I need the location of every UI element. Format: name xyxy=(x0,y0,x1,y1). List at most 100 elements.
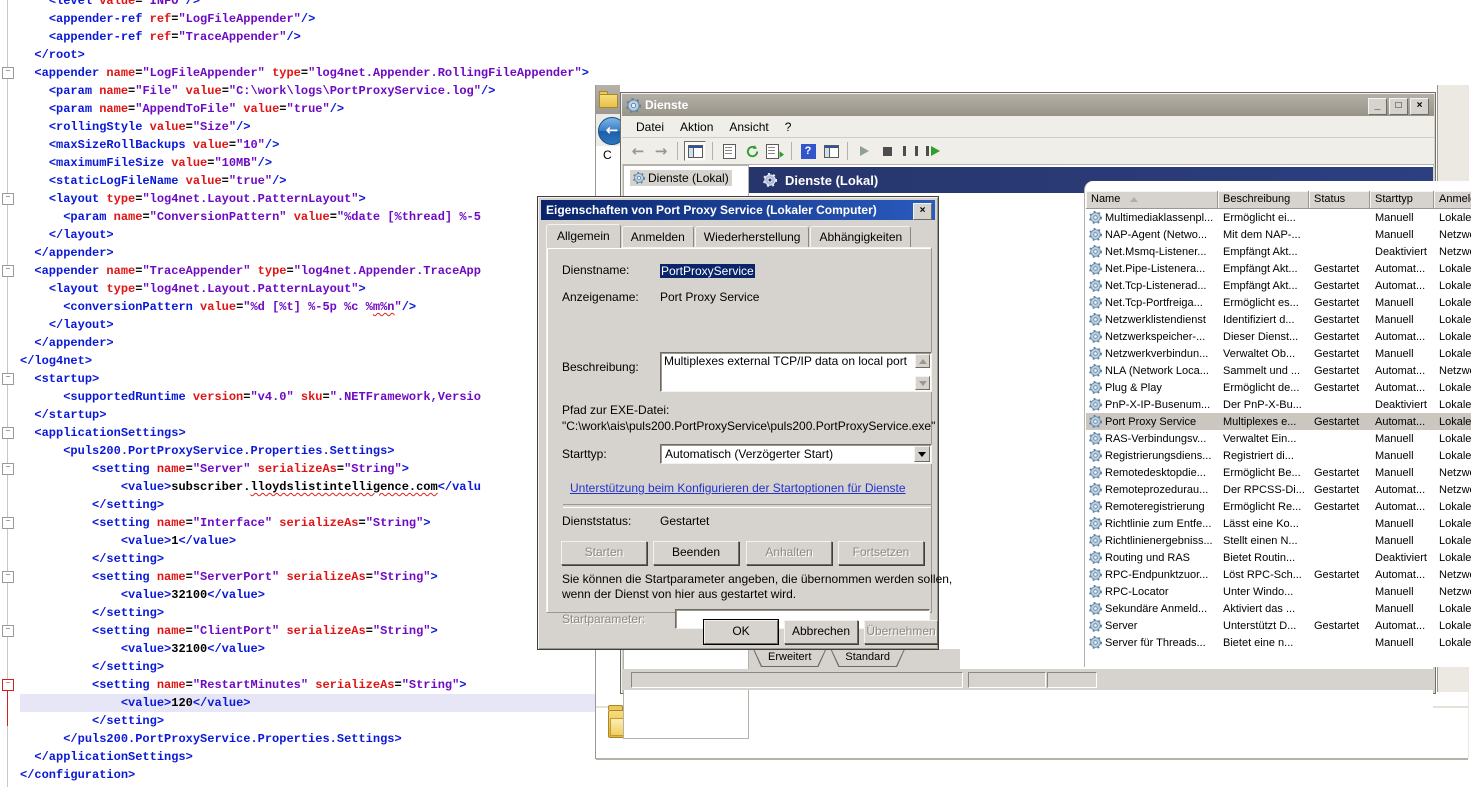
service-description: Identifiziert d... xyxy=(1218,314,1309,326)
column-header-name[interactable]: Name xyxy=(1086,191,1218,209)
show-console-tree-icon[interactable] xyxy=(684,141,706,161)
service-row-routing-und-ras[interactable]: Routing und RASBietet Routin...Deaktivie… xyxy=(1086,549,1471,566)
service-row-rpc-endpunktzuor-[interactable]: RPC-Endpunktzuor...Löst RPC-Sch...Gestar… xyxy=(1086,566,1471,583)
service-row-net-tcp-portfreiga-[interactable]: Net.Tcp-Portfreiga...Ermöglicht es...Ges… xyxy=(1086,294,1471,311)
menu-item-datei[interactable]: Datei xyxy=(628,118,672,136)
dialog-tab-anmelden[interactable]: Anmelden xyxy=(622,226,694,247)
service-row-remoteregistrierung[interactable]: RemoteregistrierungErmöglicht Re...Gesta… xyxy=(1086,498,1471,515)
service-row-rpc-locator[interactable]: RPC-LocatorUnter Windo...ManuellNetzwerk… xyxy=(1086,583,1471,600)
services-titlebar[interactable]: Dienste _ □ × xyxy=(622,94,1434,116)
column-header-anmelden-als[interactable]: Anmelden als xyxy=(1434,191,1471,209)
service-description: Bietet eine n... xyxy=(1218,637,1309,649)
code-fold-toggle[interactable]: − xyxy=(2,265,14,277)
dialog-tab-abhaengigkeiten[interactable]: Abhängigkeiten xyxy=(810,226,911,247)
startoptions-help-link[interactable]: Unterstützung beim Konfigurieren der Sta… xyxy=(570,481,906,495)
service-logon-as: Lokaler Dienst xyxy=(1434,314,1471,326)
service-row-registrierungsdiens-[interactable]: Registrierungsdiens...Registriert di...M… xyxy=(1086,447,1471,464)
service-row-richtlinienergebniss-[interactable]: Richtlinienergebniss...Stellt einen N...… xyxy=(1086,532,1471,549)
service-description: Empfängt Akt... xyxy=(1218,280,1309,292)
service-row-net-msmq-listener-[interactable]: Net.Msmq-Listener...Empfängt Akt...Deakt… xyxy=(1086,243,1471,260)
refresh-icon[interactable] xyxy=(742,142,762,160)
code-fold-toggle[interactable]: − xyxy=(2,571,14,583)
desc-scroll-down[interactable] xyxy=(915,376,930,390)
service-name: PnP-X-IP-Busenum... xyxy=(1105,399,1210,411)
abbrechen-button[interactable]: Abbrechen xyxy=(784,620,858,644)
service-row-net-pipe-listenera-[interactable]: Net.Pipe-Listenera...Empfängt Akt...Gest… xyxy=(1086,260,1471,277)
dialog-tab-allgemein[interactable]: Allgemein xyxy=(546,224,621,248)
code-fold-toggle[interactable]: − xyxy=(2,373,14,385)
service-description: Ermöglicht es... xyxy=(1218,297,1309,309)
service-row-server[interactable]: ServerUnterstützt D...GestartetAutomat..… xyxy=(1086,617,1471,634)
service-description: Unter Windo... xyxy=(1218,586,1309,598)
close-button[interactable]: × xyxy=(1410,98,1429,115)
service-description: Empfängt Akt... xyxy=(1218,246,1309,258)
service-row-pnp-x-ip-busenum-[interactable]: PnP-X-IP-Busenum...Der PnP-X-Bu...Deakti… xyxy=(1086,396,1471,413)
service-starttype: Automat... xyxy=(1370,382,1434,394)
restart-service-icon[interactable] xyxy=(923,142,943,160)
forward-icon[interactable]: → xyxy=(651,142,671,160)
minimize-button[interactable]: _ xyxy=(1368,98,1387,115)
view-tab-erweitert[interactable]: Erweitert xyxy=(753,649,826,667)
back-icon[interactable]: ← xyxy=(628,142,648,160)
service-logon-as: Lokales System xyxy=(1434,620,1471,632)
code-line: <applicationSettings> xyxy=(20,424,595,442)
service-row-netzwerkverbindun-[interactable]: Netzwerkverbindun...Verwaltet Ob...Gesta… xyxy=(1086,345,1471,362)
view-tab-standard[interactable]: Standard xyxy=(830,649,905,667)
service-row-netzwerkspeicher-[interactable]: Netzwerkspeicher-...Dieser Dienst...Gest… xyxy=(1086,328,1471,345)
service-row-remotedesktopdie-[interactable]: Remotedesktopdie...Ermöglicht Be...Gesta… xyxy=(1086,464,1471,481)
service-name: Port Proxy Service xyxy=(1105,416,1196,428)
service-gear-icon xyxy=(1089,534,1102,547)
service-status: Gestartet xyxy=(1309,501,1370,513)
service-row-nla-network-loca-[interactable]: NLA (Network Loca...Sammelt und ...Gesta… xyxy=(1086,362,1471,379)
start-service-icon[interactable] xyxy=(854,142,874,160)
dialog-tab-wiederherstellung[interactable]: Wiederherstellung xyxy=(695,226,810,247)
service-row-remoteprozedurau-[interactable]: Remoteprozedurau...Der RPCSS-Di...Gestar… xyxy=(1086,481,1471,498)
code-fold-toggle[interactable]: − xyxy=(2,427,14,439)
code-line: </appender> xyxy=(20,244,595,262)
code-fold-toggle[interactable]: − xyxy=(2,463,14,475)
service-logon-as: Lokaler Dienst xyxy=(1434,280,1471,292)
properties-icon[interactable] xyxy=(719,142,739,160)
code-fold-toggle[interactable]: − xyxy=(2,517,14,529)
service-row-port-proxy-service[interactable]: Port Proxy ServiceMultiplexes e...Gestar… xyxy=(1086,413,1471,430)
service-description: Dieser Dienst... xyxy=(1218,331,1309,343)
service-row-server-f-r-threads-[interactable]: Server für Threads...Bietet eine n...Man… xyxy=(1086,634,1471,651)
desc-scroll-up[interactable] xyxy=(915,354,930,368)
column-header-status[interactable]: Status xyxy=(1309,191,1370,209)
service-row-sekund-re-anmeld-[interactable]: Sekundäre Anmeld...Aktiviert das ...Manu… xyxy=(1086,600,1471,617)
service-row-nap-agent-netwo-[interactable]: NAP-Agent (Netwo...Mit dem NAP-...Manuel… xyxy=(1086,226,1471,243)
toolbar-separator xyxy=(847,142,848,160)
menu-item-aktion[interactable]: Aktion xyxy=(672,118,721,136)
menu-item-help[interactable]: ? xyxy=(777,118,800,136)
column-header-beschreibung[interactable]: Beschreibung xyxy=(1218,191,1309,209)
code-fold-toggle[interactable]: − xyxy=(2,67,14,79)
extended-view-icon[interactable] xyxy=(821,142,841,160)
service-row-multimediaklassenpl-[interactable]: Multimediaklassenpl...Ermöglicht ei...Ma… xyxy=(1086,209,1471,226)
stop-service-icon[interactable] xyxy=(877,142,897,160)
service-row-ras-verbindungsv-[interactable]: RAS-Verbindungsv...Verwaltet Ein...Manue… xyxy=(1086,430,1471,447)
beschreibung-textbox[interactable]: Multiplexes external TCP/IP data on loca… xyxy=(660,352,932,392)
pause-service-icon[interactable] xyxy=(900,142,920,160)
help-icon[interactable]: ? xyxy=(798,142,818,160)
service-row-plug-play[interactable]: Plug & PlayErmöglicht de...GestartetAuto… xyxy=(1086,379,1471,396)
code-fold-toggle[interactable]: − xyxy=(2,193,14,205)
service-row-richtlinie-zum-entfe-[interactable]: Richtlinie zum Entfe...Lässt eine Ko...M… xyxy=(1086,515,1471,532)
dialog-titlebar[interactable]: Eigenschaften von Port Proxy Service (Lo… xyxy=(541,200,935,220)
dialog-close-button[interactable]: × xyxy=(913,203,932,220)
ok-button[interactable]: OK xyxy=(704,620,778,644)
code-fold-toggle[interactable]: − xyxy=(2,625,14,637)
service-row-netzwerklistendienst[interactable]: NetzwerklistendienstIdentifiziert d...Ge… xyxy=(1086,311,1471,328)
service-status: Gestartet xyxy=(1309,314,1370,326)
starttyp-dropdown[interactable]: Automatisch (Verzögerter Start) xyxy=(660,444,932,464)
dropdown-button[interactable] xyxy=(914,446,930,462)
menu-item-ansicht[interactable]: Ansicht xyxy=(721,118,776,136)
column-header-starttyp[interactable]: Starttyp xyxy=(1370,191,1434,209)
code-fold-toggle-active[interactable]: − xyxy=(2,679,14,691)
service-status: Gestartet xyxy=(1309,620,1370,632)
maximize-button[interactable]: □ xyxy=(1389,98,1408,115)
beenden-button[interactable]: Beenden xyxy=(653,541,739,565)
service-row-net-tcp-listenerad-[interactable]: Net.Tcp-Listenerad...Empfängt Akt...Gest… xyxy=(1086,277,1471,294)
code-line: <value>1</value> xyxy=(20,532,595,550)
export-list-icon[interactable] xyxy=(765,142,785,160)
tree-item-dienste-lokal[interactable]: Dienste (Lokal) xyxy=(630,170,732,186)
